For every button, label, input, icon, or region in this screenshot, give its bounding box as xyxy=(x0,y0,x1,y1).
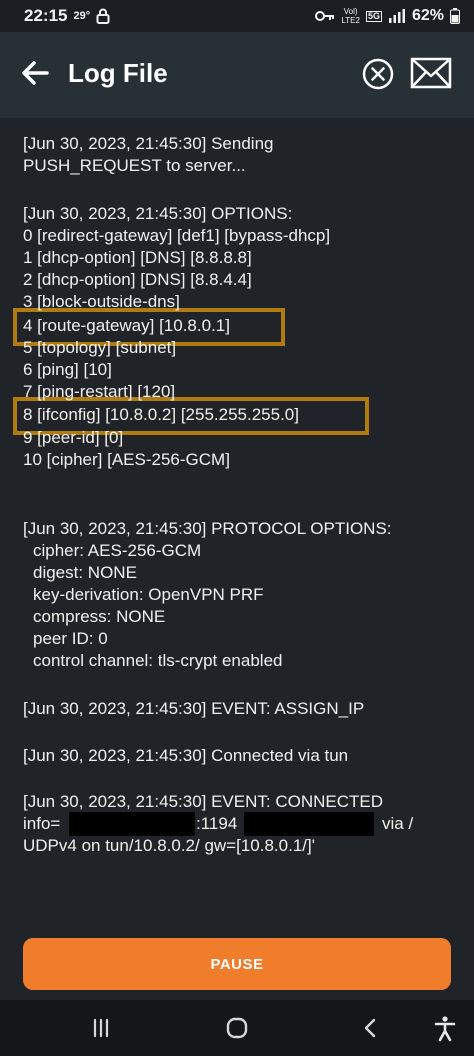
log-line: [Jun 30, 2023, 21:45:30] Connected via t… xyxy=(23,746,349,765)
log-line: PUSH_REQUEST to server... xyxy=(23,156,246,175)
back-icon[interactable] xyxy=(356,1014,386,1042)
network-top: Vol) xyxy=(343,7,358,16)
log-line: key-derivation: OpenVPN PRF xyxy=(33,585,264,604)
app-bar: Log File xyxy=(0,32,474,118)
log-line: 0 [redirect-gateway] [def1] [bypass-dhcp… xyxy=(23,226,331,245)
accessibility-icon[interactable] xyxy=(430,1014,460,1042)
log-line: 9 [peer-id] [0] xyxy=(23,428,124,447)
log-line: compress: NONE xyxy=(33,607,166,626)
home-icon[interactable] xyxy=(222,1014,252,1042)
log-line: cipher: AES-256-GCM xyxy=(33,541,202,560)
nav-bar xyxy=(0,1000,474,1056)
log-line: [Jun 30, 2023, 21:45:30] Sending xyxy=(23,134,274,153)
lock-icon xyxy=(96,8,110,24)
log-line: 1 [dhcp-option] [DNS] [8.8.8.8] xyxy=(23,248,252,267)
back-arrow-icon[interactable] xyxy=(20,58,50,88)
clear-icon[interactable] xyxy=(362,58,394,90)
log-line: 2 [dhcp-option] [DNS] [8.8.4.4] xyxy=(23,270,252,289)
log-content[interactable]: [Jun 30, 2023, 21:45:30] Sending PUSH_RE… xyxy=(0,118,474,938)
log-line: 8 [ifconfig] [10.8.0.2] [255.255.255.0] xyxy=(23,405,299,424)
status-bar: 22:15 29° Vol) LTE2 5G 62% xyxy=(0,0,474,32)
log-line: via / xyxy=(382,814,414,833)
status-temperature: 29° xyxy=(73,10,91,22)
network-gen: 5G xyxy=(365,10,382,22)
log-line: control channel: tls-crypt enabled xyxy=(33,651,283,670)
recent-apps-icon[interactable] xyxy=(86,1014,116,1042)
log-line: 6 [ping] [10] xyxy=(23,360,112,379)
status-right: Vol) LTE2 5G 62% xyxy=(315,7,460,25)
battery-percent: 62% xyxy=(411,7,444,24)
page-title: Log File xyxy=(68,58,168,88)
key-icon xyxy=(315,11,335,21)
status-left: 22:15 29° xyxy=(24,6,110,26)
log-line: digest: NONE xyxy=(33,563,137,582)
pause-button[interactable]: PAUSE xyxy=(23,938,451,990)
network-label: Vol) LTE2 xyxy=(341,7,360,25)
log-line: 7 [ping-restart] [120] xyxy=(23,382,176,401)
log-line: peer ID: 0 xyxy=(33,629,108,648)
log-line: 10 [cipher] [AES-256-GCM] xyxy=(23,450,230,469)
log-line: info= xyxy=(23,814,61,833)
mail-icon[interactable] xyxy=(410,56,452,90)
log-line: [Jun 30, 2023, 21:45:30] PROTOCOL OPTION… xyxy=(23,519,392,538)
network-bottom: LTE2 xyxy=(341,16,360,25)
log-line: 4 [route-gateway] [10.8.0.1] xyxy=(23,316,230,335)
log-line: 3 [block-outside-dns] xyxy=(23,292,180,311)
log-line: UDPv4 on tun/10.8.0.2/ gw=[10.8.0.1/]' xyxy=(23,836,315,855)
log-line: [Jun 30, 2023, 21:45:30] OPTIONS: xyxy=(23,204,293,223)
log-line: [Jun 30, 2023, 21:45:30] EVENT: ASSIGN_I… xyxy=(23,699,365,718)
log-line: :1194 xyxy=(196,814,238,833)
redacted-address xyxy=(69,812,195,836)
log-line: 5 [topology] [subnet] xyxy=(23,338,177,357)
log-line: [Jun 30, 2023, 21:45:30] EVENT: CONNECTE… xyxy=(23,792,384,811)
redacted-address xyxy=(244,812,374,836)
status-time: 22:15 xyxy=(24,6,68,25)
battery-icon xyxy=(450,8,460,24)
signal-icon xyxy=(388,9,405,23)
